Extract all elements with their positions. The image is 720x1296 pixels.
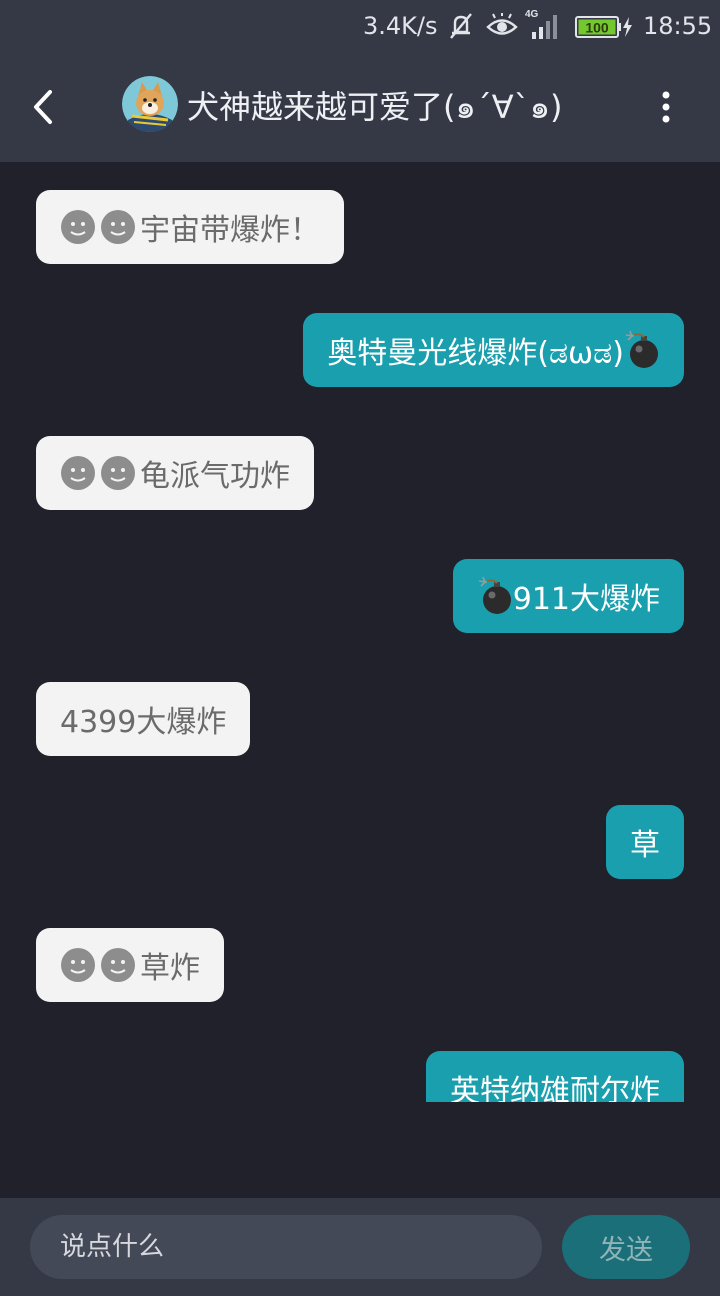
face-icon (60, 209, 96, 245)
signal-4g-icon: 4G (524, 8, 566, 46)
battery-level: 100 (585, 20, 609, 36)
message-input-bar: 发送 (0, 1198, 720, 1296)
message-bubble-outgoing[interactable]: 草 (606, 805, 684, 879)
bomb-icon (477, 576, 513, 616)
message-bubble-incoming[interactable]: 4399大爆炸 (36, 682, 251, 756)
mute-icon (448, 12, 474, 44)
message-bubble-outgoing[interactable]: 奥特曼光线爆炸(ಡωಡ) (303, 313, 684, 387)
chat-message-list[interactable]: 宇宙带爆炸！ 奥特曼光线爆炸(ಡωಡ) 龟派气功炸 911大爆炸 4399大爆炸… (0, 162, 720, 1102)
message-text: 宇宙带爆炸！ (140, 213, 320, 248)
message-text: 奥特曼光线爆炸(ಡωಡ) (327, 336, 624, 371)
bomb-icon (624, 330, 660, 370)
avatar[interactable] (122, 76, 178, 132)
face-icon (60, 947, 96, 983)
message-bubble-incoming[interactable]: 草炸 (36, 928, 224, 1002)
face-icon (100, 947, 136, 983)
clock: 18:55 (643, 12, 713, 40)
message-text: 4399大爆炸 (60, 705, 227, 740)
network-speed: 3.4K/s (363, 12, 438, 40)
message-text: 草炸 (140, 951, 200, 986)
more-options-button[interactable] (650, 80, 682, 134)
back-button[interactable] (22, 82, 66, 132)
face-icon (100, 455, 136, 491)
message-text: 龟派气功炸 (140, 459, 290, 494)
message-bubble-outgoing[interactable]: 英特纳雄耐尔炸 (426, 1051, 684, 1102)
battery-icon: 100 (575, 15, 635, 43)
message-bubble-incoming[interactable]: 宇宙带爆炸！ (36, 190, 344, 264)
status-bar: 3.4K/s 4G 100 18:55 (0, 0, 720, 52)
message-text: 911大爆炸 (512, 582, 660, 617)
app-header: 犬神越来越可爱了(๑´∀`๑) (0, 52, 720, 162)
send-button[interactable]: 发送 (562, 1215, 690, 1279)
face-icon (100, 209, 136, 245)
face-icon (60, 455, 96, 491)
message-text: 英特纳雄耐尔炸 (450, 1074, 660, 1102)
message-bubble-outgoing[interactable]: 911大爆炸 (452, 559, 684, 633)
eye-icon (486, 13, 518, 43)
chevron-left-icon (34, 90, 52, 124)
chat-title: 犬神越来越可爱了(๑´∀`๑) (187, 88, 563, 126)
message-bubble-incoming[interactable]: 龟派气功炸 (36, 436, 314, 510)
message-text: 草 (630, 828, 660, 863)
more-vertical-icon (662, 91, 670, 123)
message-input[interactable] (30, 1215, 542, 1279)
svg-text:4G: 4G (525, 9, 539, 20)
